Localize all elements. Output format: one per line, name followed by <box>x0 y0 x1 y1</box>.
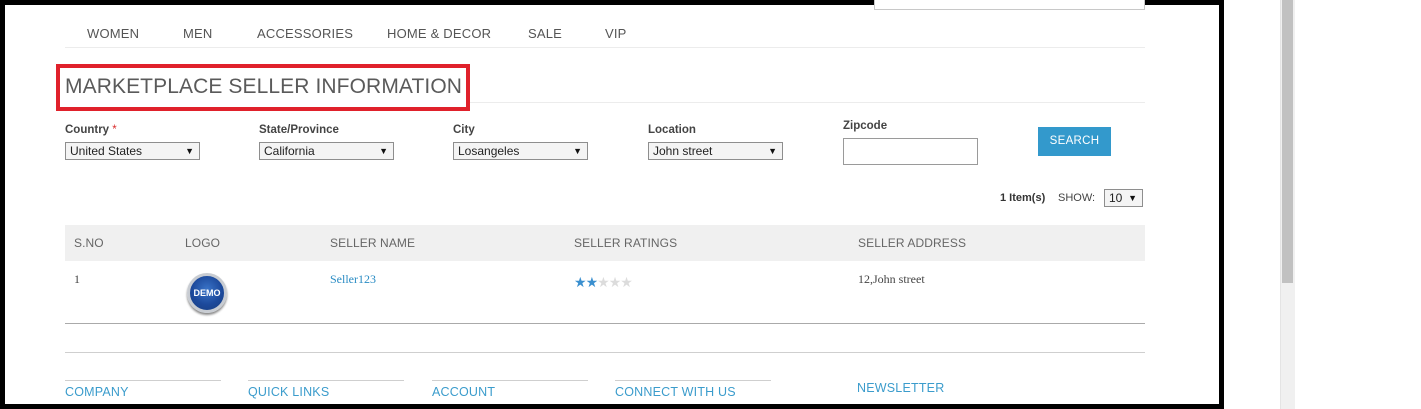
items-count: 1 Item(s) <box>1000 192 1046 204</box>
footer-quick-links[interactable]: QUICK LINKS <box>248 385 329 399</box>
chevron-down-icon: ▼ <box>1128 193 1137 203</box>
footer-newsletter[interactable]: NEWSLETTER <box>857 381 944 395</box>
column-header-sno: S.NO <box>74 236 104 250</box>
page-title: MARKETPLACE SELLER INFORMATION <box>65 75 463 98</box>
star-icon: ★ <box>574 274 587 290</box>
zipcode-input[interactable] <box>843 138 978 165</box>
nav-item-vip[interactable]: VIP <box>605 26 627 41</box>
star-icon: ★ <box>597 274 610 290</box>
footer-company[interactable]: COMPANY <box>65 385 129 399</box>
chevron-down-icon: ▼ <box>573 146 582 156</box>
nav-item-men[interactable]: MEN <box>183 26 213 41</box>
nav-item-women[interactable]: WOMEN <box>87 26 139 41</box>
show-per-page-select[interactable]: 10 ▼ <box>1104 189 1143 207</box>
nav-item-home-decor[interactable]: HOME & DECOR <box>387 26 491 41</box>
nav-item-sale[interactable]: SALE <box>528 26 562 41</box>
table-header: S.NO LOGO SELLER NAME SELLER RATINGS SEL… <box>65 225 1145 261</box>
star-icon: ★ <box>608 274 622 290</box>
seller-address: 12,John street <box>858 272 925 286</box>
divider <box>470 102 1145 103</box>
chevron-down-icon: ▼ <box>185 146 194 156</box>
table-bottom-divider <box>65 323 1145 324</box>
location-select[interactable]: John street ▼ <box>648 142 783 160</box>
scrollbar-thumb[interactable] <box>1282 0 1293 283</box>
country-select[interactable]: United States ▼ <box>65 142 200 160</box>
outside-area <box>1224 0 1421 409</box>
footer-col-rule <box>432 380 588 381</box>
footer-divider <box>65 352 1145 353</box>
search-button[interactable]: SEARCH <box>1038 127 1111 156</box>
column-header-seller-ratings: SELLER RATINGS <box>574 236 678 250</box>
country-select-value: United States <box>70 144 143 158</box>
footer-col-rule <box>615 380 771 381</box>
column-header-logo: LOGO <box>185 236 221 250</box>
footer-col-rule <box>65 380 221 381</box>
state-label: State/Province <box>259 124 339 136</box>
city-select[interactable]: Losangeles ▼ <box>453 142 588 160</box>
browser-viewport <box>0 0 1224 409</box>
state-select-value: California <box>264 144 315 158</box>
seller-rating-stars: ★★★★★ <box>574 274 633 291</box>
star-icon: ★ <box>620 274 633 290</box>
seller-logo[interactable]: DEMO <box>187 273 227 313</box>
header-search-input[interactable] <box>874 0 1145 10</box>
row-sno: 1 <box>74 272 80 286</box>
footer-connect-with-us[interactable]: CONNECT WITH US <box>615 385 736 399</box>
footer-col-rule <box>248 380 404 381</box>
country-label: Country * <box>65 124 117 136</box>
star-icon: ★ <box>585 274 599 290</box>
chevron-down-icon: ▼ <box>379 146 388 156</box>
column-header-seller-name: SELLER NAME <box>330 236 416 250</box>
state-select[interactable]: California ▼ <box>259 142 394 160</box>
show-select-value: 10 <box>1109 191 1123 205</box>
show-label: SHOW: <box>1058 192 1096 204</box>
required-mark: * <box>112 124 117 136</box>
city-label: City <box>453 124 475 136</box>
seller-name-link[interactable]: Seller123 <box>330 272 376 287</box>
main-nav: WOMEN MEN ACCESSORIES HOME & DECOR SALE … <box>65 20 1145 48</box>
city-select-value: Losangeles <box>458 144 520 158</box>
location-select-value: John street <box>653 144 713 158</box>
footer-account[interactable]: ACCOUNT <box>432 385 495 399</box>
zipcode-label: Zipcode <box>843 120 888 132</box>
column-header-seller-address: SELLER ADDRESS <box>858 236 967 250</box>
chevron-down-icon: ▼ <box>768 146 777 156</box>
nav-item-accessories[interactable]: ACCESSORIES <box>257 26 353 41</box>
location-label: Location <box>648 124 696 136</box>
seller-logo-text: DEMO <box>193 288 221 298</box>
